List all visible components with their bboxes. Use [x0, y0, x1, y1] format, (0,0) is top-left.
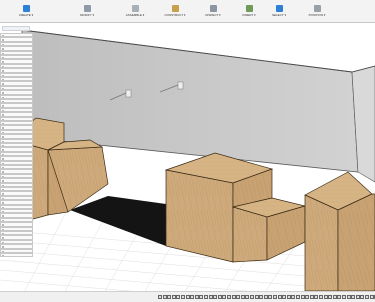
timeline-icon[interactable] [355, 295, 360, 299]
timeline-icon[interactable] [240, 295, 245, 299]
timeline-icon[interactable] [158, 295, 162, 299]
timeline-icon[interactable] [296, 295, 300, 299]
browser-item[interactable] [0, 253, 33, 258]
timeline-icon[interactable] [369, 295, 374, 299]
timeline-icon[interactable] [291, 295, 296, 299]
toolbar-button-1[interactable]: ASSEMBLE ▾ [118, 5, 152, 17]
browser-header[interactable] [2, 26, 30, 31]
create-icon [22, 5, 30, 12]
timeline-icon[interactable] [323, 295, 328, 299]
toolbar-button-3[interactable]: INSPECT ▾ [196, 5, 230, 17]
timeline-icon[interactable] [231, 295, 236, 299]
toolbar-button-label: CONSTRUCT ▾ [164, 14, 186, 17]
toolbar-button-label: INSERT ▾ [242, 14, 256, 17]
toolbar-button-2[interactable]: CONSTRUCT ▾ [158, 5, 192, 17]
timeline-icon[interactable] [337, 295, 342, 299]
timeline-icon[interactable] [282, 295, 287, 299]
timeline-icon[interactable] [208, 295, 213, 299]
toolbar-button-5[interactable]: SELECT ▾ [262, 5, 296, 17]
timeline-icon[interactable] [250, 295, 254, 299]
3d-viewport[interactable] [0, 0, 375, 302]
timeline-icon[interactable] [245, 295, 250, 299]
timeline-icon[interactable] [342, 295, 346, 299]
timeline-icon[interactable] [199, 295, 204, 299]
construct-icon [171, 5, 179, 12]
browser-panel [0, 26, 33, 280]
timeline-icon[interactable] [194, 295, 199, 299]
timeline-icon[interactable] [273, 295, 277, 299]
timeline-icon[interactable] [181, 295, 185, 299]
timeline-icon[interactable] [328, 295, 333, 299]
timeline-icon[interactable] [263, 295, 268, 299]
assemble-icon [131, 5, 139, 12]
timeline-icon[interactable] [314, 295, 319, 299]
toolbar-button-label: MODIFY ▾ [80, 14, 94, 17]
timeline-icon[interactable] [167, 295, 172, 299]
timeline-icon[interactable] [190, 295, 195, 299]
inspect-icon [209, 5, 217, 12]
right-wooden-block [304, 171, 375, 292]
visibility-eye-icon[interactable] [2, 255, 4, 257]
timeline-icon[interactable] [332, 295, 337, 299]
toolbar-button-6[interactable]: POSITION ▾ [300, 5, 334, 17]
create-dropdown[interactable]: CREATE ▾ [6, 5, 46, 17]
timeline-icon[interactable] [365, 295, 369, 299]
select-icon [275, 5, 283, 12]
timeline-icon[interactable] [286, 295, 291, 299]
insert-icon [245, 5, 253, 12]
timeline-icon[interactable] [300, 295, 305, 299]
timeline-icon[interactable] [254, 295, 259, 299]
timeline-icon[interactable] [171, 295, 176, 299]
timeline-icon[interactable] [277, 295, 282, 299]
timeline-icon[interactable] [236, 295, 241, 299]
toolbar-button-label: INSPECT ▾ [205, 14, 221, 17]
timeline-icon[interactable] [319, 295, 323, 299]
cad-application: CREATE ▾ MODIFY ▾ ASSEMBLE ▾ CONSTRUCT ▾ IN… [0, 0, 375, 302]
create-label: CREATE ▾ [18, 14, 34, 17]
toolbar-button-4[interactable]: INSERT ▾ [232, 5, 266, 17]
timeline-icon[interactable] [259, 295, 264, 299]
top-toolbar: CREATE ▾ MODIFY ▾ ASSEMBLE ▾ CONSTRUCT ▾ IN… [0, 0, 375, 23]
timeline-icon[interactable] [227, 295, 231, 299]
timeline-icon[interactable] [346, 295, 351, 299]
toolbar-button-label: SELECT ▾ [272, 14, 286, 17]
toolbar-button-0[interactable]: MODIFY ▾ [70, 5, 104, 17]
timeline-icon[interactable] [309, 295, 314, 299]
toolbar-button-label: ASSEMBLE ▾ [125, 14, 145, 17]
timeline-icon[interactable] [360, 295, 365, 299]
timeline-icon[interactable] [162, 295, 167, 299]
timeline-icon[interactable] [351, 295, 356, 299]
timeline-icon[interactable] [268, 295, 273, 299]
timeline-icon[interactable] [176, 295, 181, 299]
position-icon [313, 5, 321, 12]
timeline-icon[interactable] [185, 295, 190, 299]
timeline-bar [0, 291, 375, 302]
timeline-icon[interactable] [213, 295, 218, 299]
timeline-icon[interactable] [222, 295, 227, 299]
timeline-icon[interactable] [305, 295, 310, 299]
timeline-icon[interactable] [217, 295, 222, 299]
timeline-icon[interactable] [204, 295, 208, 299]
modify-icon [83, 5, 91, 12]
toolbar-button-label: POSITION ▾ [308, 14, 326, 17]
